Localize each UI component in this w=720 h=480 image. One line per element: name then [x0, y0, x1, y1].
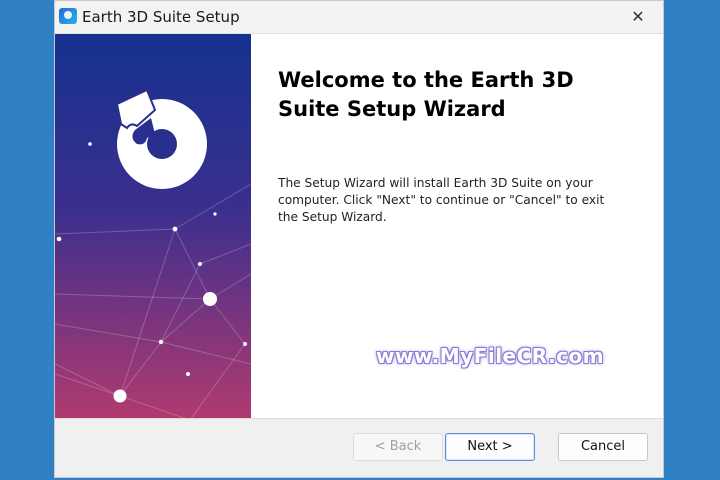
banner-graphic: [55, 34, 251, 420]
back-button[interactable]: < Back: [353, 433, 443, 461]
wizard-content: Welcome to the Earth 3D Suite Setup Wiza…: [251, 34, 663, 420]
watermark-text: www.MyFileCR.com: [376, 344, 605, 368]
button-bar: < Back Next > Cancel: [55, 418, 663, 477]
page-title: Welcome to the Earth 3D Suite Setup Wiza…: [278, 68, 574, 121]
wizard-banner: [55, 34, 251, 420]
window-title: Earth 3D Suite Setup: [82, 8, 240, 26]
cancel-button[interactable]: Cancel: [558, 433, 648, 461]
next-button[interactable]: Next >: [445, 433, 535, 461]
installer-app-icon: [59, 8, 77, 24]
wizard-description: The Setup Wizard will install Earth 3D S…: [278, 176, 605, 224]
setup-window: Earth 3D Suite Setup ✕ Welcome to the Ea…: [54, 0, 664, 478]
title-bar[interactable]: Earth 3D Suite Setup ✕: [55, 1, 663, 34]
close-icon[interactable]: ✕: [627, 6, 649, 28]
